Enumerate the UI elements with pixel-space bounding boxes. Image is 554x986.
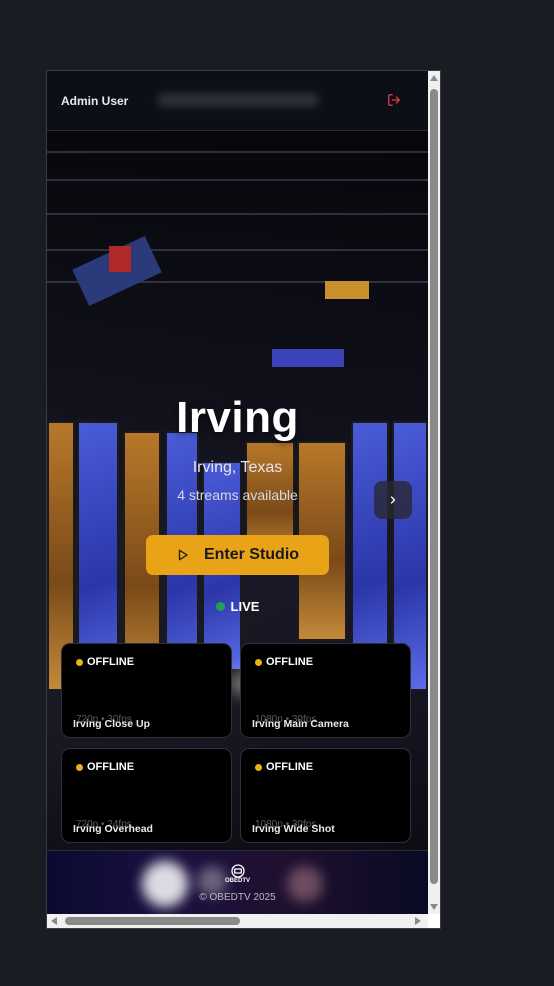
scroll-left-icon[interactable]: [51, 917, 57, 925]
next-studio-button[interactable]: [374, 481, 412, 519]
browser-window: Admin User Irving Irving, Texas 4 stream…: [46, 70, 441, 929]
page-viewport: Admin User Irving Irving, Texas 4 stream…: [47, 71, 428, 914]
stream-card[interactable]: OFFLINE 720p • 24fps Irving Overhead: [61, 748, 232, 843]
studio-location: Irving, Texas: [192, 459, 283, 476]
stream-card[interactable]: OFFLINE 1080p • 30fps Irving Wide Shot: [240, 748, 411, 843]
status-badge: OFFLINE: [76, 761, 134, 773]
blurred-email: [157, 93, 319, 107]
top-header: Admin User: [47, 71, 428, 131]
chevron-right-icon: [390, 496, 396, 504]
scroll-right-icon[interactable]: [415, 917, 421, 925]
enter-studio-label: Enter Studio: [203, 546, 300, 563]
user-name: Admin User: [61, 94, 129, 108]
horizontal-scroll-thumb[interactable]: [65, 917, 240, 925]
streams-count: 4 streams available: [177, 487, 298, 503]
copyright: © OBEDTV 2025: [199, 892, 276, 903]
stream-name: Irving Main Camera: [252, 718, 349, 730]
tv-logo-icon: [231, 864, 245, 878]
enter-studio-button[interactable]: Enter Studio: [146, 535, 329, 575]
vertical-scroll-thumb[interactable]: [430, 89, 438, 884]
live-label: LIVE: [230, 599, 260, 614]
stream-name: Irving Wide Shot: [252, 823, 335, 835]
live-indicator: LIVE: [47, 599, 428, 614]
stream-name: Irving Overhead: [73, 823, 153, 835]
status-badge: OFFLINE: [255, 656, 313, 668]
vertical-scrollbar[interactable]: [428, 71, 440, 914]
play-icon: [178, 549, 188, 561]
stream-name: Irving Close Up: [73, 718, 151, 730]
logout-icon[interactable]: [387, 93, 401, 107]
logo-text: OBEDTV: [224, 878, 250, 884]
stream-card[interactable]: OFFLINE 1080p • 30fps Irving Main Camera: [240, 643, 411, 738]
status-badge: OFFLINE: [76, 656, 134, 668]
scroll-down-icon[interactable]: [430, 904, 438, 910]
live-dot: [215, 602, 225, 611]
footer: OBEDTV © OBEDTV 2025: [47, 850, 428, 914]
status-badge: OFFLINE: [255, 761, 313, 773]
scroll-up-icon[interactable]: [430, 75, 438, 81]
studio-title: Irving: [176, 393, 299, 442]
stream-card[interactable]: OFFLINE 720p • 30fps Irving Close Up: [61, 643, 232, 738]
horizontal-scrollbar[interactable]: [47, 914, 428, 928]
